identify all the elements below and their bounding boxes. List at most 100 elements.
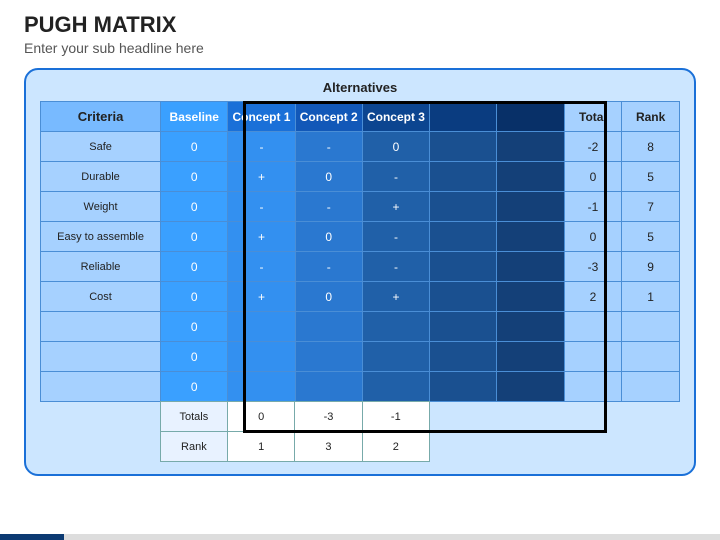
c5-cell xyxy=(497,372,564,402)
c4-cell xyxy=(430,192,497,222)
c1-cell: - xyxy=(228,192,295,222)
c4-cell xyxy=(430,132,497,162)
c4-cell xyxy=(430,312,497,342)
baseline-cell: 0 xyxy=(161,312,228,342)
footer-bar xyxy=(0,534,720,540)
total-cell: -3 xyxy=(564,252,622,282)
rank-c3: 2 xyxy=(362,432,429,462)
totals-c1: 0 xyxy=(228,402,295,432)
table-row: 0 xyxy=(41,312,680,342)
c4-cell xyxy=(430,252,497,282)
c4-cell xyxy=(430,282,497,312)
baseline-cell: 0 xyxy=(161,192,228,222)
col-criteria: Criteria xyxy=(41,102,161,132)
rank-cell xyxy=(622,342,680,372)
c3-cell xyxy=(362,372,429,402)
col-concept-4 xyxy=(430,102,497,132)
criteria-cell: Safe xyxy=(41,132,161,162)
c2-cell xyxy=(295,372,362,402)
rank-cell: 5 xyxy=(622,162,680,192)
page-title: PUGH MATRIX xyxy=(24,12,696,38)
col-concept-1: Concept 1 xyxy=(228,102,295,132)
table-row: Easy to assemble0+0-05 xyxy=(41,222,680,252)
c1-cell xyxy=(228,312,295,342)
c1-cell: + xyxy=(228,162,295,192)
c2-cell: 0 xyxy=(295,162,362,192)
table-row: Safe0--0-28 xyxy=(41,132,680,162)
c3-cell: - xyxy=(362,162,429,192)
criteria-cell: Cost xyxy=(41,282,161,312)
col-concept-3: Concept 3 xyxy=(362,102,429,132)
col-baseline: Baseline xyxy=(161,102,228,132)
baseline-cell: 0 xyxy=(161,342,228,372)
c4-cell xyxy=(430,372,497,402)
c1-cell: - xyxy=(228,132,295,162)
table-row: Reliable0----39 xyxy=(41,252,680,282)
c3-cell: - xyxy=(362,222,429,252)
c2-cell: 0 xyxy=(295,282,362,312)
c3-cell: - xyxy=(362,252,429,282)
c1-cell: - xyxy=(228,252,295,282)
total-cell: 0 xyxy=(564,222,622,252)
c2-cell: 0 xyxy=(295,222,362,252)
c2-cell: - xyxy=(295,192,362,222)
c5-cell xyxy=(497,222,564,252)
c1-cell xyxy=(228,342,295,372)
criteria-cell xyxy=(41,312,161,342)
baseline-cell: 0 xyxy=(161,222,228,252)
c2-cell: - xyxy=(295,252,362,282)
col-concept-2: Concept 2 xyxy=(295,102,362,132)
c1-cell: + xyxy=(228,222,295,252)
rank-cell: 7 xyxy=(622,192,680,222)
c2-cell: - xyxy=(295,132,362,162)
table-row: 0 xyxy=(41,372,680,402)
baseline-cell: 0 xyxy=(161,252,228,282)
c2-cell xyxy=(295,312,362,342)
total-cell: 0 xyxy=(564,162,622,192)
c5-cell xyxy=(497,132,564,162)
baseline-cell: 0 xyxy=(161,282,228,312)
criteria-cell: Durable xyxy=(41,162,161,192)
alternatives-label: Alternatives xyxy=(40,80,680,95)
c5-cell xyxy=(497,252,564,282)
table-row: Cost0+0+21 xyxy=(41,282,680,312)
table-row: 0 xyxy=(41,342,680,372)
c1-cell: + xyxy=(228,282,295,312)
c5-cell xyxy=(497,162,564,192)
c1-cell xyxy=(228,372,295,402)
table-row: Durable0+0-05 xyxy=(41,162,680,192)
rank-cell: 8 xyxy=(622,132,680,162)
rank-cell: 5 xyxy=(622,222,680,252)
totals-label: Totals xyxy=(160,402,227,432)
col-rank: Rank xyxy=(622,102,680,132)
rank-c2: 3 xyxy=(295,432,362,462)
baseline-cell: 0 xyxy=(161,162,228,192)
total-cell xyxy=(564,372,622,402)
c5-cell xyxy=(497,192,564,222)
baseline-cell: 0 xyxy=(161,132,228,162)
criteria-cell xyxy=(41,372,161,402)
col-concept-5 xyxy=(497,102,564,132)
c2-cell xyxy=(295,342,362,372)
rank-c1: 1 xyxy=(228,432,295,462)
pugh-table: Criteria Baseline Concept 1 Concept 2 Co… xyxy=(40,101,680,402)
rank-cell: 9 xyxy=(622,252,680,282)
c3-cell: + xyxy=(362,282,429,312)
page-subtitle: Enter your sub headline here xyxy=(24,40,696,56)
c4-cell xyxy=(430,342,497,372)
totals-c3: -1 xyxy=(362,402,429,432)
c4-cell xyxy=(430,222,497,252)
criteria-cell: Easy to assemble xyxy=(41,222,161,252)
c5-cell xyxy=(497,312,564,342)
c5-cell xyxy=(497,342,564,372)
total-cell xyxy=(564,312,622,342)
total-cell: -1 xyxy=(564,192,622,222)
c3-cell: + xyxy=(362,192,429,222)
c4-cell xyxy=(430,162,497,192)
c3-cell: 0 xyxy=(362,132,429,162)
rank-cell: 1 xyxy=(622,282,680,312)
baseline-cell: 0 xyxy=(161,372,228,402)
c3-cell xyxy=(362,312,429,342)
criteria-cell: Weight xyxy=(41,192,161,222)
totals-c2: -3 xyxy=(295,402,362,432)
